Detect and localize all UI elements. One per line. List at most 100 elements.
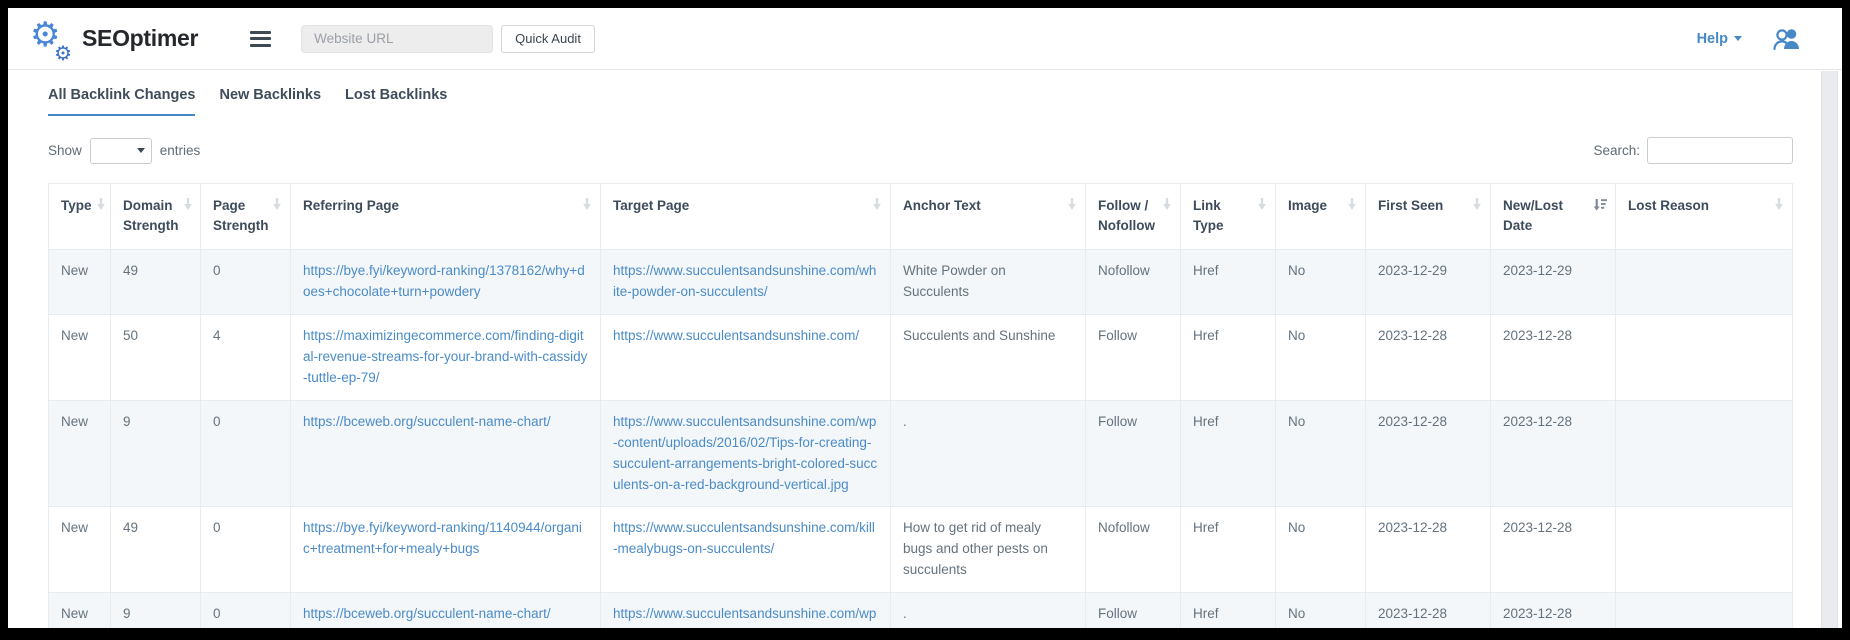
sort-down-icon <box>183 198 193 214</box>
chevron-down-icon <box>1734 36 1742 41</box>
cell-new-lost-date: 2023-12-28 <box>1491 507 1616 593</box>
cell-lost-reason <box>1616 593 1793 628</box>
sort-down-icon <box>96 198 106 214</box>
sort-down-icon <box>1472 198 1482 214</box>
backlink-monitoring-page: ⚙ ⚙ SEOptimer Quick Audit Help <box>8 8 1842 628</box>
sort-down-icon <box>1162 198 1172 214</box>
column-header-target-page[interactable]: Target Page <box>601 184 891 250</box>
cell-image: No <box>1276 400 1366 507</box>
tab-all-backlink-changes[interactable]: All Backlink Changes <box>48 87 195 116</box>
cell-new-lost-date: 2023-12-28 <box>1491 400 1616 507</box>
cell-first-seen: 2023-12-28 <box>1366 593 1491 628</box>
account-users-icon[interactable] <box>1772 28 1800 50</box>
referring-page-link[interactable]: https://bceweb.org/succulent-name-chart/ <box>303 606 551 621</box>
backlink-tabs: All Backlink Changes New Backlinks Lost … <box>8 70 1842 116</box>
table-row: New 9 0 https://bceweb.org/succulent-nam… <box>49 593 1793 628</box>
cell-image: No <box>1276 593 1366 628</box>
sort-down-icon <box>1257 198 1267 214</box>
help-menu[interactable]: Help <box>1697 31 1742 47</box>
sort-down-icon <box>872 198 882 214</box>
cell-link-type: Href <box>1181 507 1276 593</box>
vertical-scrollbar[interactable] <box>1821 71 1838 628</box>
cell-link-type: Href <box>1181 593 1276 628</box>
cell-anchor-text: White Powder on Succulents <box>891 250 1086 315</box>
tab-lost-backlinks[interactable]: Lost Backlinks <box>345 87 447 116</box>
cell-image: No <box>1276 314 1366 400</box>
cell-page-strength: 0 <box>201 507 291 593</box>
cell-domain-strength: 9 <box>111 593 201 628</box>
sort-down-icon <box>272 198 282 214</box>
table-row: New 49 0 https://bye.fyi/keyword-ranking… <box>49 250 1793 315</box>
entries-label: entries <box>160 143 201 158</box>
cell-lost-reason <box>1616 314 1793 400</box>
cell-image: No <box>1276 507 1366 593</box>
brand-name: SEOptimer <box>82 25 198 52</box>
target-page-link[interactable]: https://www.succulentsandsunshine.com/ki… <box>613 520 875 556</box>
cell-link-type: Href <box>1181 400 1276 507</box>
table-row: New 49 0 https://bye.fyi/keyword-ranking… <box>49 507 1793 593</box>
tab-new-backlinks[interactable]: New Backlinks <box>219 87 321 116</box>
sort-down-icon <box>1067 198 1077 214</box>
top-bar: ⚙ ⚙ SEOptimer Quick Audit Help <box>8 8 1842 70</box>
cell-domain-strength: 9 <box>111 400 201 507</box>
cell-type: New <box>49 593 111 628</box>
cell-first-seen: 2023-12-29 <box>1366 250 1491 315</box>
sort-down-icon <box>1347 198 1357 214</box>
target-page-link[interactable]: https://www.succulentsandsunshine.com/wp… <box>613 606 876 628</box>
website-url-input[interactable] <box>301 25 493 53</box>
cell-anchor-text: How to get rid of mealy bugs and other p… <box>891 507 1086 593</box>
column-header-link-type[interactable]: Link Type <box>1181 184 1276 250</box>
target-page-link[interactable]: https://www.succulentsandsunshine.com/ <box>613 328 859 343</box>
column-header-domain-strength[interactable]: Domain Strength <box>111 184 201 250</box>
referring-page-link[interactable]: https://bceweb.org/succulent-name-chart/ <box>303 414 551 429</box>
cell-domain-strength: 49 <box>111 250 201 315</box>
quick-audit-button[interactable]: Quick Audit <box>501 25 595 53</box>
cell-first-seen: 2023-12-28 <box>1366 507 1491 593</box>
cell-follow: Follow <box>1086 400 1181 507</box>
table-row: New 9 0 https://bceweb.org/succulent-nam… <box>49 400 1793 507</box>
table-header-row: Type Domain Strength Page Strength Refer… <box>49 184 1793 250</box>
column-header-type[interactable]: Type <box>49 184 111 250</box>
target-page-link[interactable]: https://www.succulentsandsunshine.com/wp… <box>613 414 877 492</box>
cell-domain-strength: 50 <box>111 314 201 400</box>
column-header-lost-reason[interactable]: Lost Reason <box>1616 184 1793 250</box>
referring-page-link[interactable]: https://bye.fyi/keyword-ranking/1140944/… <box>303 520 582 556</box>
column-header-referring-page[interactable]: Referring Page <box>291 184 601 250</box>
cell-page-strength: 0 <box>201 593 291 628</box>
cell-domain-strength: 49 <box>111 507 201 593</box>
target-page-link[interactable]: https://www.succulentsandsunshine.com/wh… <box>613 263 876 299</box>
cell-follow: Nofollow <box>1086 507 1181 593</box>
cell-link-type: Href <box>1181 314 1276 400</box>
column-header-new-lost-date[interactable]: New/Lost Date <box>1491 184 1616 250</box>
cell-page-strength: 0 <box>201 250 291 315</box>
page-length-select[interactable] <box>90 138 152 164</box>
cell-anchor-text: Succulents and Sunshine <box>891 314 1086 400</box>
cell-anchor-text: . <box>891 593 1086 628</box>
column-header-anchor-text[interactable]: Anchor Text <box>891 184 1086 250</box>
cell-page-strength: 4 <box>201 314 291 400</box>
referring-page-link[interactable]: https://maximizingecommerce.com/finding-… <box>303 328 587 385</box>
cell-new-lost-date: 2023-12-29 <box>1491 250 1616 315</box>
cell-type: New <box>49 400 111 507</box>
sort-down-icon <box>1774 198 1784 214</box>
help-label: Help <box>1697 31 1728 47</box>
column-header-follow-nofollow[interactable]: Follow / Nofollow <box>1086 184 1181 250</box>
hamburger-menu-icon[interactable] <box>246 23 275 54</box>
cell-lost-reason <box>1616 507 1793 593</box>
cell-page-strength: 0 <box>201 400 291 507</box>
search-input[interactable] <box>1647 137 1793 164</box>
show-label: Show <box>48 143 82 158</box>
cell-new-lost-date: 2023-12-28 <box>1491 593 1616 628</box>
seoptimer-logo[interactable]: ⚙ ⚙ SEOptimer <box>30 17 198 61</box>
cell-lost-reason <box>1616 250 1793 315</box>
cell-follow: Follow <box>1086 314 1181 400</box>
referring-page-link[interactable]: https://bye.fyi/keyword-ranking/1378162/… <box>303 263 585 299</box>
column-header-first-seen[interactable]: First Seen <box>1366 184 1491 250</box>
cell-type: New <box>49 250 111 315</box>
column-header-image[interactable]: Image <box>1276 184 1366 250</box>
column-header-page-strength[interactable]: Page Strength <box>201 184 291 250</box>
cell-image: No <box>1276 250 1366 315</box>
cell-first-seen: 2023-12-28 <box>1366 314 1491 400</box>
cell-type: New <box>49 507 111 593</box>
cell-follow: Nofollow <box>1086 250 1181 315</box>
